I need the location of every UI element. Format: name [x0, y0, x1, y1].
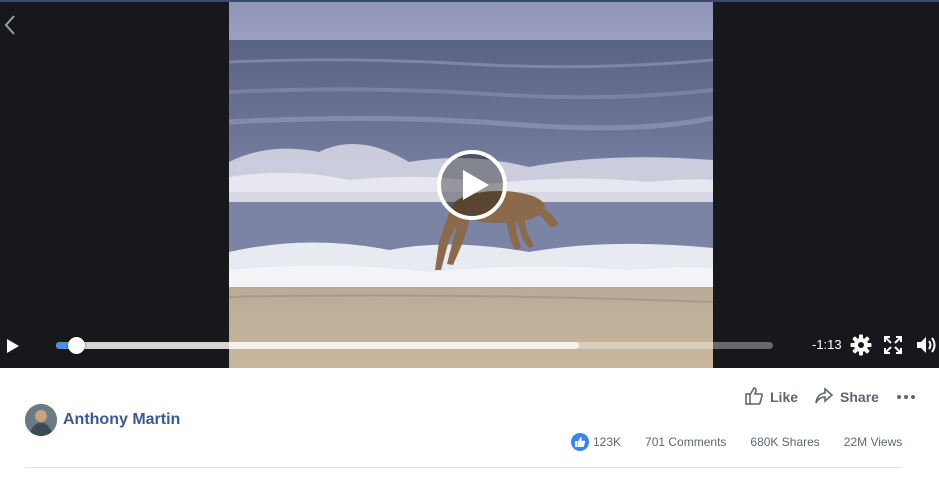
progress-knob[interactable]	[68, 337, 86, 354]
back-arrow-icon[interactable]	[2, 12, 20, 38]
like-reaction-icon	[571, 433, 589, 451]
avatar[interactable]	[25, 404, 57, 436]
share-label: Share	[840, 389, 879, 405]
like-button[interactable]: Like	[744, 386, 798, 409]
play-icon[interactable]	[4, 336, 22, 356]
share-button[interactable]: Share	[814, 386, 879, 409]
like-label: Like	[770, 389, 799, 405]
post-stats: 123K 701 Comments 680K Shares 22M Views	[571, 432, 902, 452]
shares-count[interactable]: 680K Shares	[750, 435, 819, 449]
progress-buffered	[56, 342, 580, 349]
time-remaining: -1:13	[812, 337, 842, 352]
more-icon[interactable]	[896, 395, 915, 399]
post-author: Anthony Martin	[25, 404, 180, 436]
video-player[interactable]: -1:13	[0, 0, 939, 368]
big-play-button[interactable]	[437, 150, 507, 220]
settings-icon[interactable]	[850, 334, 872, 356]
volume-icon[interactable]	[915, 335, 937, 355]
reaction-count[interactable]: 123K	[593, 435, 621, 449]
divider	[25, 467, 902, 468]
comments-count[interactable]: 701 Comments	[645, 435, 726, 449]
thumbs-up-icon	[744, 386, 764, 409]
fullscreen-icon[interactable]	[884, 336, 902, 354]
post-actions: Like Share	[744, 386, 915, 408]
progress-bar[interactable]	[56, 337, 773, 354]
share-arrow-icon	[814, 386, 834, 409]
author-name[interactable]: Anthony Martin	[63, 411, 180, 429]
views-count: 22M Views	[843, 435, 903, 449]
